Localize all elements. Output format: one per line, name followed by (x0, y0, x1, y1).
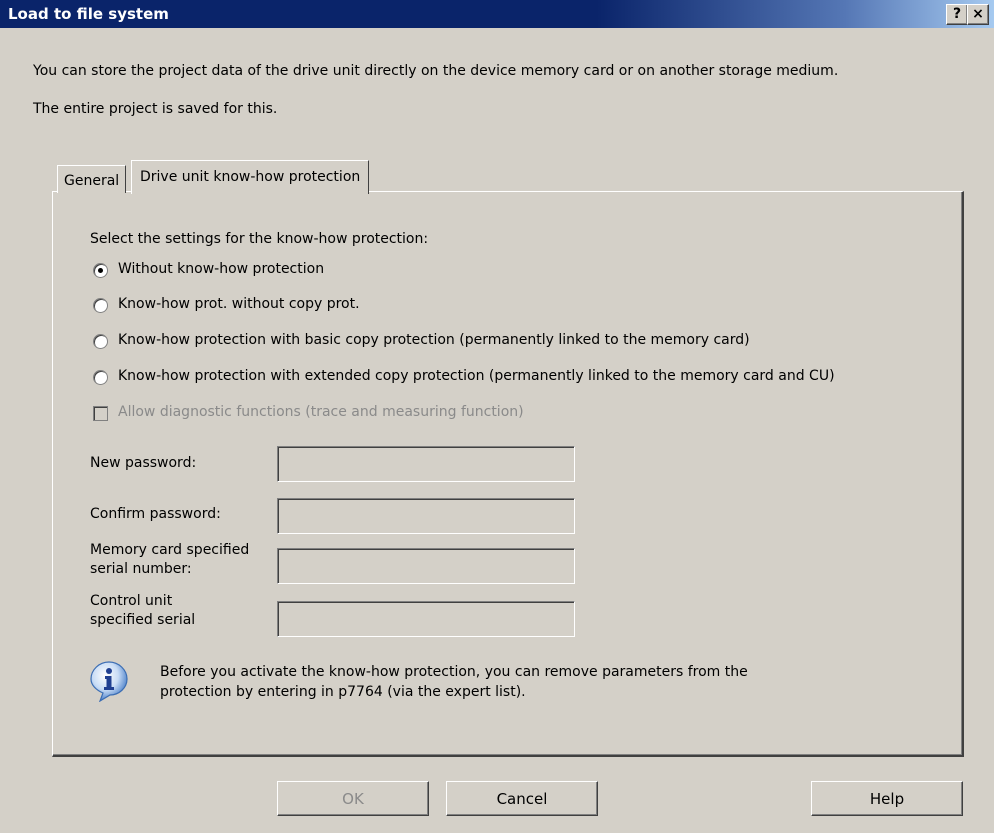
info-text-2: protection by entering in p7764 (via the… (160, 684, 526, 700)
intro-text-2: The entire project is saved for this. (33, 101, 278, 117)
confirm-password-input[interactable] (277, 498, 575, 534)
radio-basic-copy-protection[interactable] (93, 334, 108, 349)
title-bar: Load to file system ? × (0, 0, 994, 28)
close-title-button[interactable]: × (967, 4, 989, 25)
memory-card-serial-label-2: serial number: (90, 561, 192, 577)
help-button[interactable]: Help (811, 781, 963, 816)
info-text-1: Before you activate the know-how protect… (160, 664, 748, 680)
intro-text-1: You can store the project data of the dr… (33, 63, 839, 79)
confirm-password-label: Confirm password: (90, 506, 221, 522)
diagnostic-functions-label: Allow diagnostic functions (trace and me… (118, 404, 524, 420)
control-unit-serial-label-1: Control unit (90, 593, 173, 609)
tab-general-label: General (64, 173, 120, 189)
radio-without-copy-protection[interactable] (93, 298, 108, 313)
tab-general[interactable]: General (57, 165, 127, 193)
control-unit-serial-label-2: specified serial (90, 612, 196, 628)
cancel-button[interactable]: Cancel (446, 781, 598, 816)
info-icon (90, 661, 128, 702)
new-password-label: New password: (90, 455, 197, 471)
settings-heading: Select the settings for the know-how pro… (90, 231, 429, 247)
tab-know-how-protection-label: Drive unit know-how protection (140, 169, 361, 185)
diagnostic-functions-checkbox[interactable] (93, 406, 108, 421)
memory-card-serial-input[interactable] (277, 548, 575, 584)
memory-card-serial-label-1: Memory card specified (90, 542, 250, 558)
control-unit-serial-input[interactable] (277, 601, 575, 637)
radio-without-protection-label[interactable]: Without know-how protection (118, 261, 324, 277)
radio-without-copy-protection-label[interactable]: Know-how prot. without copy prot. (118, 296, 360, 312)
radio-basic-copy-protection-label[interactable]: Know-how protection with basic copy prot… (118, 332, 750, 348)
window-title: Load to file system (8, 5, 169, 23)
tab-know-how-protection[interactable]: Drive unit know-how protection (131, 160, 370, 194)
radio-without-protection[interactable] (93, 263, 108, 278)
radio-extended-copy-protection[interactable] (93, 370, 108, 385)
ok-button[interactable]: OK (277, 781, 429, 816)
new-password-input[interactable] (277, 446, 575, 482)
radio-extended-copy-protection-label[interactable]: Know-how protection with extended copy p… (118, 368, 835, 384)
help-title-button[interactable]: ? (946, 4, 968, 25)
